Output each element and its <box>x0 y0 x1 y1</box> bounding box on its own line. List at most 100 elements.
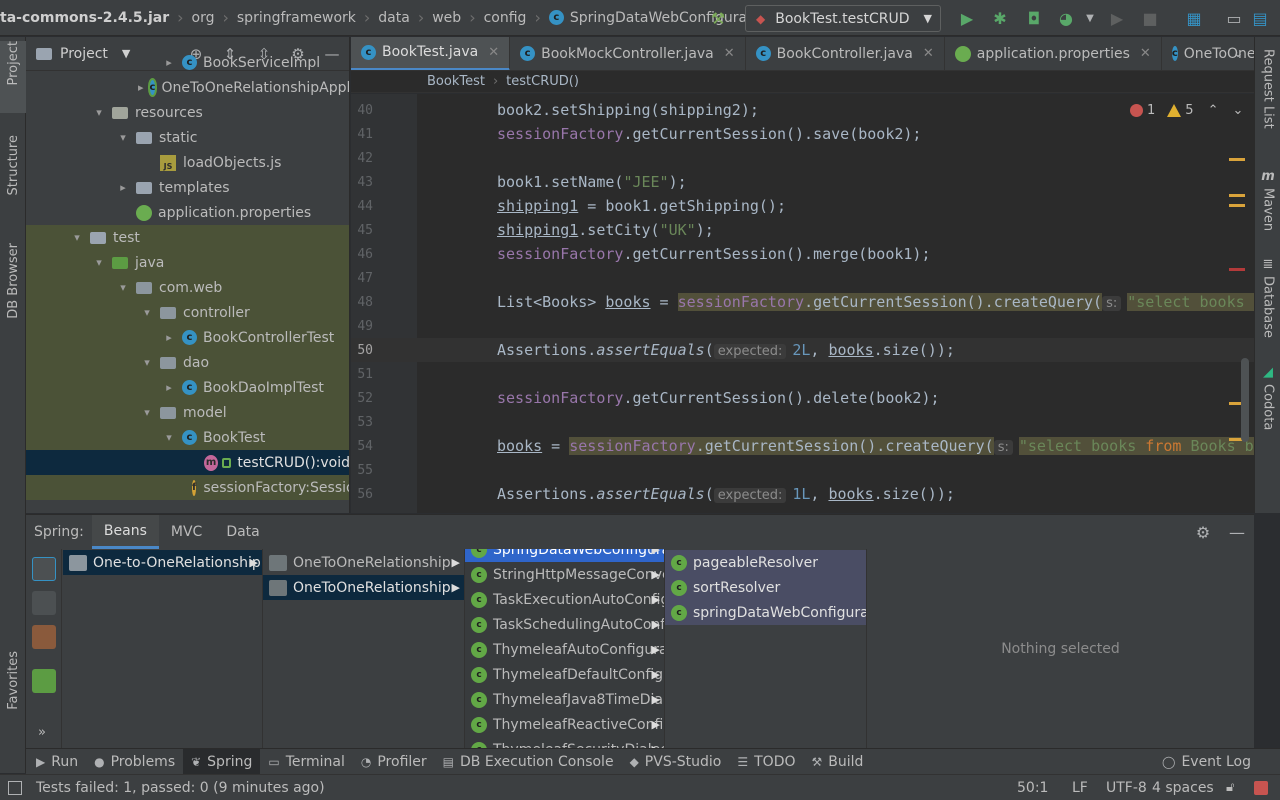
tree-item[interactable]: ▾ com.web <box>26 275 349 300</box>
breadcrumb-method[interactable]: testCRUD() <box>506 74 579 89</box>
warning-stripe[interactable] <box>1229 194 1245 197</box>
tool-tab-profiler[interactable]: ◔ Profiler <box>353 749 435 775</box>
tool-tab-favorites[interactable]: Favorites <box>0 651 26 735</box>
toolbox-icon[interactable]: ▤ <box>1250 8 1270 28</box>
chevron-down-icon[interactable]: ▼ <box>1080 8 1100 28</box>
spring-config-item[interactable]: c ThymeleafAutoConfiguration▶ <box>465 637 664 662</box>
lock-icon[interactable]: 🔓︎ <box>1226 780 1234 795</box>
show-files-icon[interactable] <box>32 591 56 615</box>
chevron-down-icon[interactable]: ⌄ <box>1232 45 1244 61</box>
more-icon[interactable]: » <box>38 725 46 740</box>
tree-item[interactable]: ▸ c BookServiceImpl <box>26 50 349 75</box>
editor-tab[interactable]: c BookController.java ✕ <box>746 37 945 70</box>
coverage-icon[interactable]: ◘ <box>1024 8 1044 28</box>
tree-item[interactable]: ▾ resources <box>26 100 349 125</box>
codota-status-icon[interactable] <box>1254 780 1268 795</box>
tree-item[interactable]: ▾ dao <box>26 350 349 375</box>
inspection-widget[interactable]: 1 5 ⌃ ⌄ <box>1130 100 1243 120</box>
breadcrumb-item[interactable]: springframework <box>237 0 356 36</box>
minimize-icon[interactable]: — <box>1220 523 1254 542</box>
warning-stripe[interactable] <box>1229 204 1245 207</box>
breadcrumb-item[interactable]: data <box>378 0 410 36</box>
hammer-build-icon[interactable]: ⚒ <box>708 8 728 28</box>
tree-item[interactable]: m testCRUD():void <box>26 450 349 475</box>
spring-module-item[interactable]: OneToOneRelationship ▶ <box>263 550 464 575</box>
editor-tab[interactable]: c BookMockController.java ✕ <box>510 37 746 70</box>
chevron-down-icon[interactable]: ▾ <box>140 356 154 369</box>
breadcrumb-class[interactable]: BookTest <box>427 74 485 89</box>
breadcrumb-item[interactable]: config <box>484 0 527 36</box>
tree-item[interactable]: ▾ c BookTest <box>26 425 349 450</box>
tree-item[interactable]: f sessionFactory:SessionFactory <box>26 475 349 500</box>
spring-config-item[interactable]: c SpringDataWebConfiguration▶ <box>465 549 664 562</box>
tool-tab-terminal[interactable]: ▭ Terminal <box>260 749 353 775</box>
close-icon[interactable]: ✕ <box>1140 46 1151 61</box>
stop-icon[interactable]: ■ <box>1140 8 1160 28</box>
show-config-icon[interactable] <box>32 625 56 649</box>
editor-scrollbar-thumb[interactable] <box>1241 358 1249 442</box>
tool-tab-request-list[interactable]: Request List <box>1255 49 1280 149</box>
tree-item[interactable]: ▸ c BookDaoImplTest <box>26 375 349 400</box>
chevron-right-icon[interactable]: ▸ <box>162 56 176 69</box>
spring-bean-item[interactable]: c springDataWebConfiguration <box>665 600 866 625</box>
tool-tab-structure[interactable]: Structure <box>0 135 26 219</box>
tree-item[interactable]: ▾ controller <box>26 300 349 325</box>
spring-config-item[interactable]: c TaskSchedulingAutoConfiguration▶ <box>465 612 664 637</box>
spring-config-item[interactable]: c ThymeleafReactiveConfiguration▶ <box>465 712 664 737</box>
spring-config-item[interactable]: c StringHttpMessageConverterAutoConfigura… <box>465 562 664 587</box>
tab-beans[interactable]: Beans <box>91 515 159 549</box>
tree-item[interactable]: ▾ static <box>26 125 349 150</box>
chevron-down-icon[interactable]: ▾ <box>92 106 106 119</box>
editor-tab[interactable]: application.properties ✕ <box>945 37 1162 70</box>
close-icon[interactable]: ✕ <box>923 46 934 61</box>
close-icon[interactable]: ✕ <box>488 45 499 60</box>
debug-icon[interactable]: ✱ <box>990 8 1010 28</box>
tab-mvc[interactable]: MVC <box>159 515 214 549</box>
indent-setting[interactable]: 4 spaces <box>1152 780 1214 796</box>
tree-item[interactable]: JS loadObjects.js <box>26 150 349 175</box>
project-structure-icon[interactable]: ▦ <box>1184 8 1204 28</box>
chevron-right-icon[interactable]: ▸ <box>116 181 130 194</box>
line-separator[interactable]: LF <box>1072 780 1088 796</box>
resume-icon[interactable]: ▶ <box>1107 8 1127 28</box>
spring-module-item[interactable]: OneToOneRelationship ▶ <box>263 575 464 600</box>
editor-tab[interactable]: c BookTest.java ✕ <box>351 37 511 70</box>
breadcrumb-item[interactable]: ta-commons-2.4.5.jar <box>0 0 169 36</box>
file-encoding[interactable]: UTF-8 <box>1106 780 1147 796</box>
tool-tab-maven[interactable]: m Maven <box>1255 169 1280 239</box>
spring-bean-item[interactable]: c pageableResolver <box>665 550 866 575</box>
status-message[interactable]: Tests failed: 1, passed: 0 (9 minutes ag… <box>36 780 325 796</box>
spring-config-item[interactable]: c TaskExecutionAutoConfiguration▶ <box>465 587 664 612</box>
tool-tab-database[interactable]: ≣ Database <box>1255 257 1280 347</box>
spring-config-item[interactable]: c ThymeleafJava8TimeDialect▶ <box>465 687 664 712</box>
tool-tab-problems[interactable]: ● Problems <box>86 749 183 775</box>
tree-item[interactable]: ▸ c BookControllerTest <box>26 325 349 350</box>
breadcrumb-item[interactable]: web <box>432 0 461 36</box>
spring-context-item[interactable]: One-to-OneRelationship ▶ <box>63 550 262 575</box>
chevron-up-icon[interactable]: ⌃ <box>1208 103 1219 118</box>
chevron-right-icon[interactable]: ▸ <box>162 331 176 344</box>
tool-tab-spring[interactable]: ❦ Spring <box>183 748 261 775</box>
chevron-down-icon[interactable]: ▾ <box>162 431 176 444</box>
tree-item[interactable]: ▸ templates <box>26 175 349 200</box>
tool-tab-build[interactable]: ⚒ Build <box>804 749 872 775</box>
tree-item[interactable]: ▸ c OneToOneRelationshipApplication <box>26 75 349 100</box>
warning-stripe[interactable] <box>1229 158 1245 161</box>
tab-data[interactable]: Data <box>214 515 271 549</box>
chevron-down-icon[interactable]: ▾ <box>140 406 154 419</box>
run-configuration-select[interactable]: ◆ BookTest.testCRUD ▼ <box>745 5 941 32</box>
breadcrumb-item[interactable]: c SpringDataWebConfiguration <box>548 0 774 36</box>
chevron-down-icon[interactable]: ⌄ <box>1232 103 1243 118</box>
profile-icon[interactable]: ◕ <box>1056 8 1076 28</box>
gear-icon[interactable]: ⚙ <box>1186 523 1220 542</box>
tree-item[interactable]: ▾ test <box>26 225 349 250</box>
close-icon[interactable]: ✕ <box>724 46 735 61</box>
layout-icon[interactable] <box>8 780 22 795</box>
chevron-right-icon[interactable]: ▸ <box>138 81 144 94</box>
tree-item[interactable]: application.properties <box>26 200 349 225</box>
tool-tab-db-execution-console[interactable]: ▤ DB Execution Console <box>435 749 622 775</box>
tool-tab-pvs-studio[interactable]: ◆ PVS-Studio <box>622 749 730 775</box>
chevron-down-icon[interactable]: ▾ <box>70 231 84 244</box>
chevron-down-icon[interactable]: ▾ <box>140 306 154 319</box>
tool-tab-project[interactable]: Project <box>0 41 26 113</box>
